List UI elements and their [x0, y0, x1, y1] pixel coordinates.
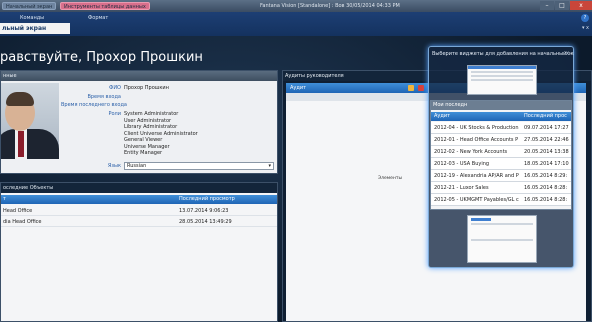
- row-viewed: 13.07.2014 9:06:23: [179, 208, 229, 214]
- column-last-viewed: Последний прос: [524, 113, 567, 119]
- list-item: 2012-21 - Luxor Sales 16.05.2014 8:28:: [431, 182, 571, 194]
- widget-header: Мои последн: [431, 101, 571, 110]
- column-last-viewed[interactable]: Последний просмотр: [179, 195, 235, 204]
- label-login-time: Время входа: [87, 94, 121, 100]
- column-name[interactable]: т: [3, 195, 6, 204]
- filter-icon[interactable]: [418, 85, 424, 91]
- widget-thumbnail[interactable]: [467, 65, 537, 95]
- recent-objects-panel: оследние Объекты т Последний просмотр He…: [0, 182, 278, 322]
- window-title: Fantana Vision [Standalone] : Вов 30/05/…: [260, 3, 400, 9]
- maximize-button[interactable]: □: [555, 1, 569, 10]
- user-info-body: ФИО Прохор Прошкин Время входа Время пос…: [1, 81, 277, 173]
- tab-commands[interactable]: Команды: [20, 15, 44, 21]
- tab-format[interactable]: Формат: [88, 15, 108, 21]
- ribbon: Команды Формат льный экран ? ▾ x: [0, 12, 592, 36]
- widget-thumbnail[interactable]: [467, 215, 537, 263]
- label-language: Язык: [107, 163, 121, 169]
- label-full-name: ФИО: [109, 85, 121, 91]
- quick-tab-table-tools[interactable]: Инструменты таблицы данных: [60, 2, 150, 10]
- value-full-name: Прохор Прошкин: [124, 85, 169, 91]
- list-item: 2012-01 - Head Office Accounts P 27.05.20…: [431, 134, 571, 146]
- help-icon[interactable]: ?: [581, 14, 589, 22]
- column-audit: Аудит: [434, 113, 450, 119]
- list-item: 2012-03 - USA Buying 18.05.2014 17:10: [431, 158, 571, 170]
- recent-objects-columns: т Последний просмотр: [1, 195, 277, 204]
- list-item: 2012-05 - UKMGMT Payables/GL c 16.05.2014…: [431, 194, 571, 206]
- table-row[interactable]: Head Office 13.07.2014 9:06:23: [1, 206, 277, 216]
- column-audit[interactable]: Аудит: [290, 85, 306, 91]
- tab-home-screen[interactable]: льный экран: [0, 23, 70, 34]
- user-photo: [1, 83, 59, 159]
- list-item: 2012-02 - New York Accounts 20.05.2014 13…: [431, 146, 571, 158]
- language-select[interactable]: Russian ▾: [124, 162, 274, 170]
- recent-audits-widget[interactable]: Мои последн Аудит Последний прос 2012-04…: [430, 100, 572, 210]
- roles-list: System Administrator User Administrator …: [124, 111, 198, 157]
- popup-title: Выберите виджеты для добавления на начал…: [432, 51, 574, 57]
- list-item: 2012-04 - UK Stocks & Production 09.07.20…: [431, 122, 571, 134]
- label-roles: Роли: [108, 111, 121, 117]
- recent-objects-header: оследние Объекты: [1, 183, 277, 193]
- user-info-panel: нные ФИО Прохор Прошкин Время входа Врем…: [0, 70, 278, 174]
- ribbon-collapse-icon[interactable]: ▾ x: [582, 25, 589, 31]
- language-value: Russian: [127, 163, 147, 169]
- chevron-down-icon: ▾: [268, 163, 271, 169]
- close-icon[interactable]: x: [565, 50, 569, 57]
- empty-hint: Элементы: [378, 176, 403, 181]
- row-name: dia Head Office: [3, 219, 42, 225]
- quick-tab-home[interactable]: Начальный экран: [2, 2, 57, 10]
- list-item: 2012-19 - Alexandria AP/AR and P 16.05.20…: [431, 170, 571, 182]
- row-viewed: 28.05.2014 13:49:29: [179, 219, 232, 225]
- widget-columns: Аудит Последний прос: [431, 112, 571, 121]
- user-info-header: нные: [1, 71, 277, 81]
- row-name: Head Office: [3, 208, 33, 214]
- role-item: Entity Manager: [124, 150, 163, 156]
- minimize-button[interactable]: –: [540, 1, 554, 10]
- welcome-heading: равствуйте, Прохор Прошкин: [0, 50, 203, 65]
- table-row[interactable]: dia Head Office 28.05.2014 13:49:29: [1, 217, 277, 227]
- close-button[interactable]: x: [570, 1, 592, 10]
- window-title-bar: Начальный экран Инструменты таблицы данн…: [0, 0, 592, 12]
- folder-icon[interactable]: [408, 85, 414, 91]
- label-last-login: Время последнего входа: [61, 102, 127, 108]
